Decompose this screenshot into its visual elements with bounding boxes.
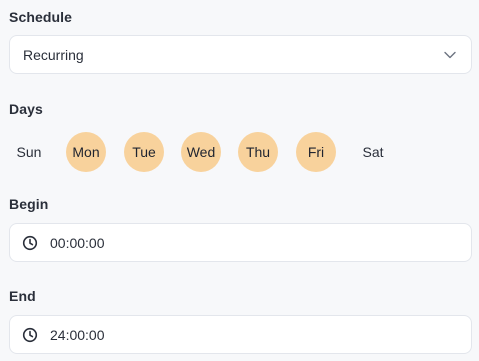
- day-wed[interactable]: Wed: [181, 132, 221, 172]
- day-label: Wed: [186, 144, 216, 160]
- day-picker: Sun Mon Tue Wed Thu Fri Sat: [0, 132, 479, 172]
- begin-label: Begin: [9, 196, 49, 212]
- end-time-input[interactable]: 24:00:00: [9, 315, 472, 354]
- begin-time-value: 00:00:00: [50, 234, 105, 251]
- schedule-select-value: Recurring: [23, 46, 84, 63]
- day-mon[interactable]: Mon: [66, 132, 106, 172]
- day-label: Sat: [362, 144, 384, 160]
- clock-icon: [22, 235, 38, 251]
- day-label: Fri: [307, 144, 325, 160]
- chevron-down-icon: [443, 48, 457, 62]
- day-label: Mon: [72, 144, 100, 160]
- schedule-select[interactable]: Recurring: [9, 35, 472, 74]
- day-thu[interactable]: Thu: [238, 132, 278, 172]
- day-sun[interactable]: Sun: [9, 132, 49, 172]
- days-label: Days: [9, 101, 43, 117]
- schedule-label: Schedule: [9, 9, 73, 25]
- day-label: Sun: [16, 144, 42, 160]
- day-label: Thu: [245, 144, 271, 160]
- begin-time-input[interactable]: 00:00:00: [9, 223, 472, 262]
- end-label: End: [9, 288, 36, 304]
- day-label: Tue: [132, 144, 156, 160]
- clock-icon: [22, 327, 38, 343]
- schedule-form: Schedule Recurring Days Sun Mon Tue Wed …: [0, 0, 479, 361]
- day-sat[interactable]: Sat: [353, 132, 393, 172]
- day-tue[interactable]: Tue: [124, 132, 164, 172]
- end-time-value: 24:00:00: [50, 326, 105, 343]
- day-fri[interactable]: Fri: [296, 132, 336, 172]
